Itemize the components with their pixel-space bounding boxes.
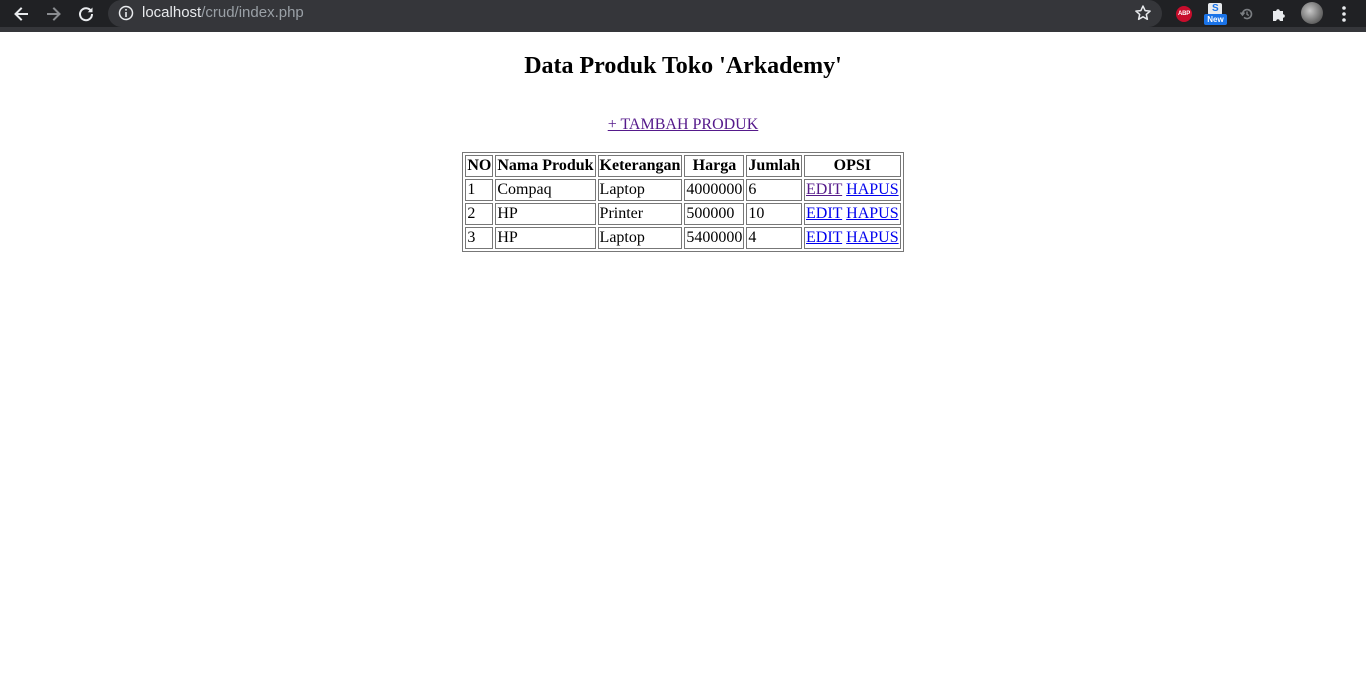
cell-no: 2	[465, 203, 494, 225]
hapus-link[interactable]: HAPUS	[846, 229, 898, 246]
cell-keterangan: Laptop	[597, 227, 683, 249]
url-path: /crud/index.php	[201, 4, 304, 21]
history-extension-button[interactable]	[1236, 3, 1258, 25]
table-row: 1 Compaq Laptop 4000000 6 EDIT HAPUS	[465, 179, 901, 201]
adblock-plus-icon: ABP	[1176, 6, 1192, 22]
table-row: 2 HP Printer 500000 10 EDIT HAPUS	[465, 203, 901, 225]
cell-keterangan: Laptop	[597, 179, 683, 201]
edit-link[interactable]: EDIT	[806, 205, 842, 222]
info-icon[interactable]	[118, 5, 134, 21]
url-host: localhost	[142, 4, 202, 21]
history-icon	[1239, 8, 1253, 20]
cell-opsi: EDIT HAPUS	[804, 179, 901, 201]
toolbar-divider	[0, 27, 1366, 32]
address-bar[interactable]: localhost/crud/index.php	[108, 0, 1162, 27]
bookmark-star-icon[interactable]	[1134, 4, 1152, 22]
cell-jumlah: 4	[746, 227, 802, 249]
cell-harga: 5400000	[684, 227, 745, 249]
new-badge: New	[1204, 14, 1227, 25]
edit-link[interactable]: EDIT	[806, 229, 842, 246]
reload-icon	[79, 7, 94, 22]
cell-opsi: EDIT HAPUS	[804, 227, 901, 249]
cell-nama-produk: HP	[495, 203, 596, 225]
browser-menu-button[interactable]	[1333, 3, 1355, 25]
cell-nama-produk: HP	[495, 227, 596, 249]
cell-nama-produk: Compaq	[495, 179, 596, 201]
browser-toolbar: localhost/crud/index.php ABP S New	[0, 0, 1366, 27]
cell-harga: 500000	[684, 203, 745, 225]
adblock-plus-button[interactable]: ABP	[1173, 3, 1195, 25]
page-content: Data Produk Toko 'Arkademy' + TAMBAH PRO…	[0, 52, 1366, 252]
cell-jumlah: 6	[746, 179, 802, 201]
puzzle-extensions-icon	[1273, 9, 1285, 21]
hapus-link[interactable]: HAPUS	[846, 205, 898, 222]
new-extension-icon: S New	[1204, 2, 1227, 26]
forward-button[interactable]	[43, 3, 65, 25]
cell-keterangan: Printer	[597, 203, 683, 225]
cell-no: 3	[465, 227, 494, 249]
header-jumlah: Jumlah	[746, 155, 802, 177]
back-arrow-icon	[14, 7, 28, 21]
page-title: Data Produk Toko 'Arkademy'	[524, 53, 842, 79]
table-row: 3 HP Laptop 5400000 4 EDIT HAPUS	[465, 227, 901, 249]
add-product-link[interactable]: + TAMBAH PRODUK	[608, 116, 759, 134]
header-nama-produk: Nama Produk	[495, 155, 596, 177]
header-harga: Harga	[684, 155, 745, 177]
header-opsi: OPSI	[804, 155, 901, 177]
product-table-wrapper: NO Nama Produk Keterangan Harga Jumlah O…	[0, 152, 1366, 252]
reload-button[interactable]	[75, 3, 97, 25]
url-text[interactable]: localhost/crud/index.php	[142, 4, 304, 22]
forward-arrow-icon	[47, 7, 61, 21]
header-no: NO	[465, 155, 494, 177]
header-keterangan: Keterangan	[597, 155, 683, 177]
extensions-button[interactable]	[1268, 3, 1290, 25]
extension-letter: S	[1212, 3, 1219, 14]
kebab-menu-icon	[1342, 6, 1346, 22]
cell-harga: 4000000	[684, 179, 745, 201]
cell-jumlah: 10	[746, 203, 802, 225]
table-header-row: NO Nama Produk Keterangan Harga Jumlah O…	[465, 155, 901, 177]
new-extension-button[interactable]: S New	[1204, 2, 1227, 26]
cell-no: 1	[465, 179, 494, 201]
cell-opsi: EDIT HAPUS	[804, 203, 901, 225]
hapus-link[interactable]: HAPUS	[846, 181, 898, 198]
product-table: NO Nama Produk Keterangan Harga Jumlah O…	[462, 152, 904, 252]
profile-avatar[interactable]	[1301, 2, 1323, 24]
back-button[interactable]	[10, 3, 32, 25]
edit-link[interactable]: EDIT	[806, 181, 842, 198]
